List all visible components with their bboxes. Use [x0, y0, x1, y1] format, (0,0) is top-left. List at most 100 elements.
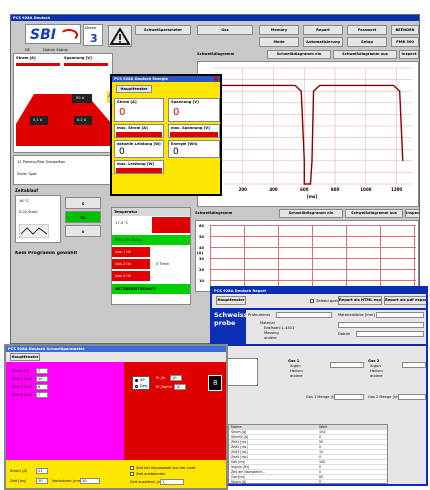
lower-y-tick-40: 40	[199, 246, 205, 250]
table-cell-value: 0	[319, 435, 322, 439]
report-pruefnummer-input[interactable]	[276, 312, 332, 318]
zeit-btn-0[interactable]: 0	[65, 225, 101, 237]
diagramm-ein-tab[interactable]: Schweißdiagramm ein	[267, 50, 331, 59]
zone-box-1: 50 A	[72, 94, 92, 103]
param-radio-deb-label: Deb	[140, 384, 148, 388]
report-gas2-opt-3[interactable]: andere	[370, 374, 383, 378]
energie-max-strom-bar	[116, 132, 162, 137]
energie-spannung-value: 0	[173, 107, 180, 118]
gas-button[interactable]: Gas	[197, 25, 253, 35]
param-checkbox-1[interactable]	[130, 466, 134, 470]
automatisierung-button[interactable]: Automatisierung	[303, 37, 343, 47]
param-radio-ap[interactable]	[135, 379, 138, 382]
param-bottom-input-1[interactable]: 21	[36, 468, 48, 474]
memory-button[interactable]: Memory	[259, 25, 299, 35]
inspect-tab[interactable]: Inspect	[399, 50, 419, 59]
param-field-input-1[interactable]: 7	[36, 368, 48, 374]
report-button[interactable]: Report	[303, 25, 343, 35]
param-field-input-4[interactable]: 7	[36, 392, 48, 398]
param-field-label-4: Zeit 3 [ms]	[12, 393, 32, 397]
diagramm-aus-tab[interactable]: Schweißdiagramm aus	[333, 50, 397, 59]
param-pn-input[interactable]: 10	[170, 375, 182, 381]
param-pa-input[interactable]: 10	[174, 384, 186, 390]
report-material-label: Material	[260, 321, 275, 325]
report-gas1-opt-3[interactable]: andere	[290, 374, 303, 378]
report-gas2-opt-2[interactable]: Helium	[370, 369, 383, 373]
warning-icon	[108, 25, 132, 47]
table-cell-value: 60	[319, 475, 324, 479]
status-gas1: Gas 1 Ok	[112, 247, 150, 257]
report-gas1-opt-1[interactable]: Argon	[290, 364, 301, 368]
energie-hauptfenster-button[interactable]: Hauptfenster	[116, 85, 152, 93]
param-zeitkonfig-input[interactable]: 1	[160, 479, 184, 485]
report-checkbox-box[interactable]	[310, 299, 314, 303]
logo: SBI	[25, 24, 81, 44]
netz-label: NETZBEREITSCHAFT	[115, 287, 156, 291]
param-field-input-2[interactable]: 10	[36, 376, 48, 382]
param-hauptfenster-button[interactable]: Hauptfenster	[10, 353, 40, 361]
zeit-btn-30[interactable]: 30	[65, 211, 101, 223]
param-pa-label: Pr_Name	[156, 385, 172, 389]
report-gas1-input[interactable]	[330, 362, 364, 368]
zeit-btn-s[interactable]: S	[65, 197, 101, 209]
param-field-input-3[interactable]: 6	[36, 384, 48, 390]
diagramm2-aus-tab[interactable]: Schweißdiagramm aus	[345, 209, 403, 218]
report-material-input[interactable]	[338, 322, 424, 328]
beenden-button[interactable]: BEENDEN	[391, 25, 419, 35]
report-gas2-menge-input[interactable]	[398, 394, 426, 400]
param-counter-value: 8	[213, 379, 218, 387]
report-material-opt-2[interactable]: Messing	[264, 331, 279, 335]
report-gas1-opt-2[interactable]: Helium	[290, 369, 303, 373]
report-html-tab[interactable]: Report als HTML exportieren	[338, 296, 382, 305]
report-table-col-name: Name	[231, 425, 242, 429]
table-cell-value: 50	[319, 440, 324, 444]
mode-sub: Zone: Spot	[17, 172, 37, 176]
param-radio-deb[interactable]	[135, 385, 138, 388]
report-checkbox-label: Zeitabl.quell	[316, 299, 339, 303]
energie-energie-label: Energie [Wh]	[171, 142, 198, 146]
report-gas2-input[interactable]	[402, 362, 426, 368]
param-bottom-input-2[interactable]: 10	[36, 478, 48, 484]
ebene-box: Ebene 3	[83, 24, 103, 46]
energie-close-icon[interactable]	[214, 77, 218, 81]
report-materialstaerke-input[interactable]	[376, 312, 424, 318]
lower-y-tick-20: 20	[199, 268, 205, 272]
report-datum-label: Datum	[338, 332, 351, 336]
zone-label-3: 0.2 A	[77, 118, 87, 122]
param-bottom-area: Strom [A] 21 Zeit [ms] 10 Nachstrom [mm]…	[6, 460, 226, 488]
report-pdf-tab[interactable]: Report als pdf exportieren	[384, 296, 426, 305]
temperatur-panel: Temperatur 17.4 °C PMB ON Status Gas 1 O…	[111, 207, 191, 305]
zeit-display: 16 °C 0.02 Stroh	[15, 195, 61, 243]
energie-toolbar: Hauptfenster	[112, 82, 220, 96]
report-hauptfenster-button[interactable]: Hauptfenster	[216, 296, 246, 305]
energie-max-leistung-box: max. Leistung [W]	[114, 160, 164, 174]
energie-spannung-box: Spannung [V] 0	[168, 98, 220, 122]
energie-max-strom-box: max. Strom [A]	[114, 124, 164, 138]
table-cell-name: Strom [A]	[231, 430, 247, 434]
energie-leistung-box: aktuelle Leistung [W] 0	[114, 140, 164, 158]
param-pn-label: Pr_Nr	[156, 376, 166, 380]
report-gas1-menge-input[interactable]	[334, 394, 364, 400]
energie-max-spannung-bar	[170, 132, 218, 137]
table-cell-name: Gas [ms]	[231, 475, 246, 479]
diagramm2-ein-tab[interactable]: Schweißdiagramm ein	[279, 209, 343, 218]
mode-button[interactable]: Mode	[259, 37, 299, 47]
schweissparameter-button[interactable]: Schweißparameter	[135, 25, 191, 35]
table-cell-name: Strom2 [A]	[231, 435, 249, 439]
param-extra-input[interactable]: 10	[80, 478, 100, 484]
param-extra-label: Nachstrom [mm]	[52, 479, 83, 483]
passwort-button[interactable]: Passwort	[347, 25, 387, 35]
report-material-opt-3[interactable]: andere	[264, 336, 277, 340]
param-checkbox-2[interactable]	[130, 472, 134, 476]
report-datum-input[interactable]	[356, 331, 424, 337]
inspect2-tab[interactable]: Inspect	[405, 209, 419, 218]
report-gas2-opt-1[interactable]: Argon	[370, 364, 381, 368]
table-cell-name: Zeit1 [ms]	[231, 440, 248, 444]
param-counter: 8	[208, 375, 222, 391]
setup-button[interactable]: Setup	[347, 37, 387, 47]
table-cell-value: 100	[319, 460, 326, 464]
strom-label: Strom [A]	[16, 56, 36, 60]
lower-y-tick-30: 30	[199, 257, 205, 261]
strom-panel: Strom [A] Spannung [V] 50 A 0.1 A 0.2 A	[13, 53, 113, 153]
report-material-opt-1[interactable]: Edelstahl 1.4301	[264, 326, 294, 330]
